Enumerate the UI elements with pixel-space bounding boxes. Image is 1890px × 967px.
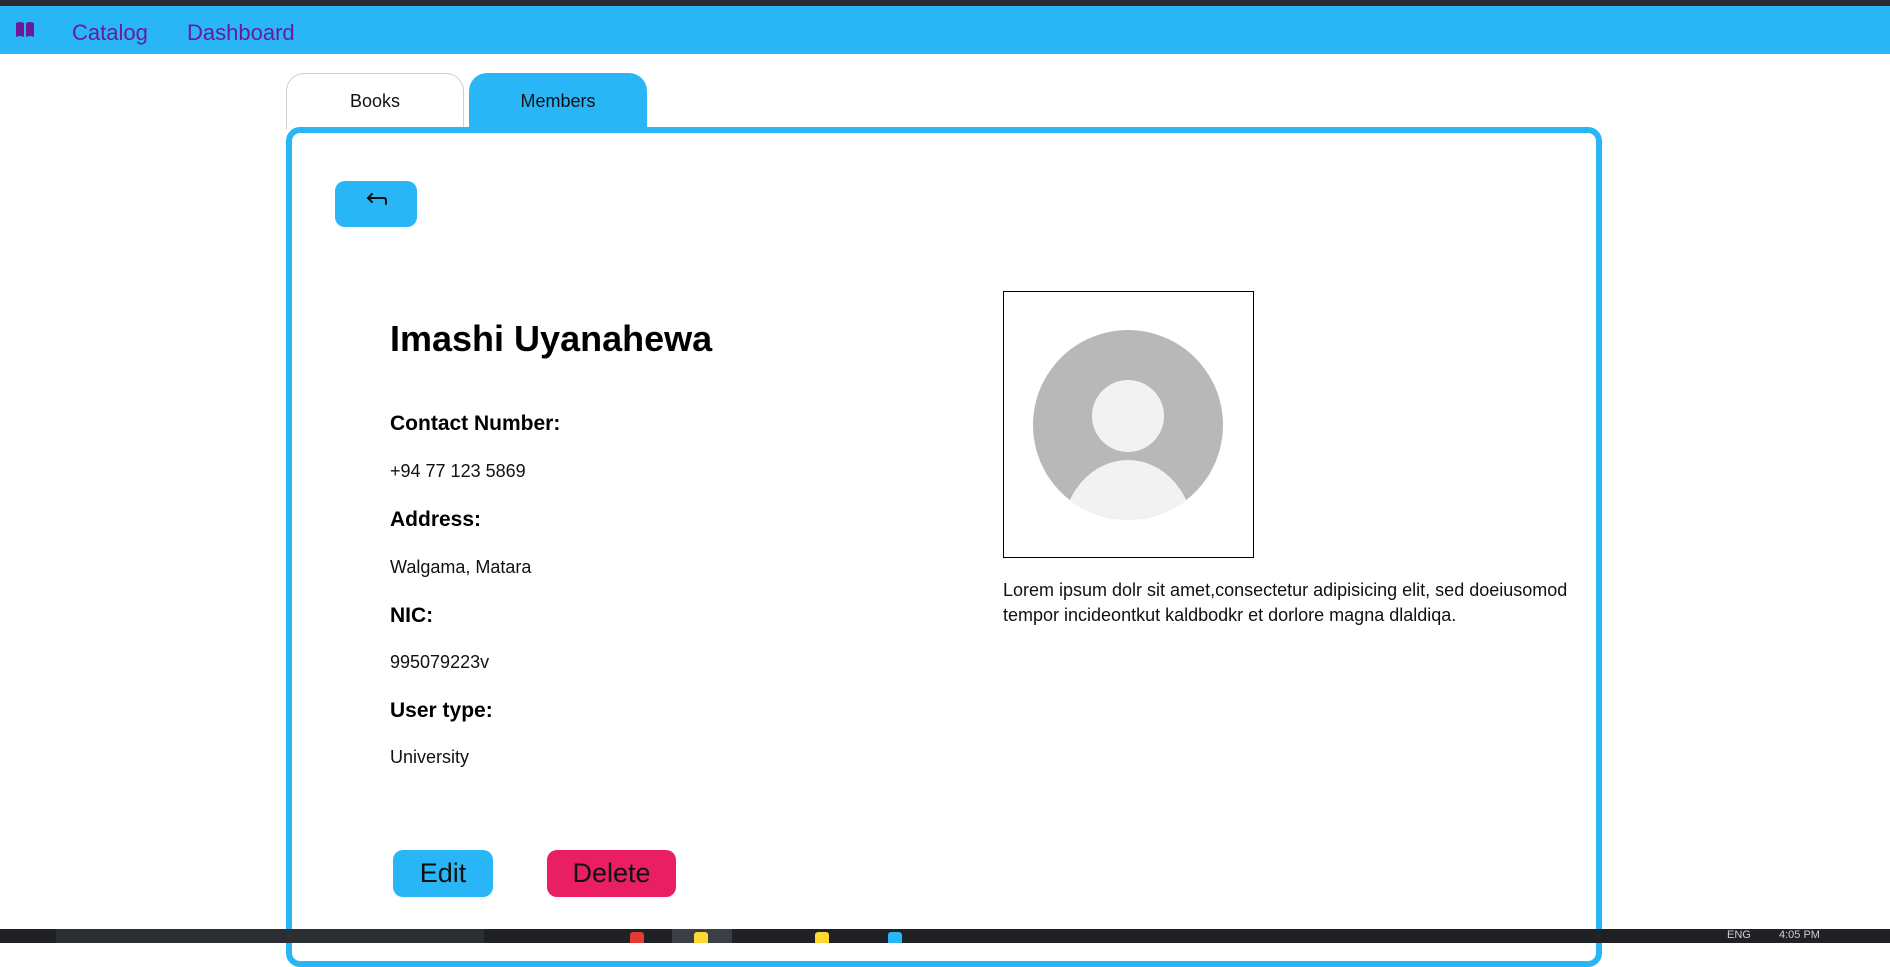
address-label: Address:: [390, 508, 482, 531]
edit-button[interactable]: Edit: [393, 850, 493, 897]
tab-members[interactable]: Members: [469, 73, 647, 129]
user-type-label: User type:: [390, 699, 493, 722]
nav-link-dashboard[interactable]: Dashboard: [187, 20, 295, 46]
tab-members-label: Members: [520, 90, 596, 111]
top-navbar: Catalog Dashboard: [0, 6, 1890, 54]
tab-books-label: Books: [349, 91, 401, 111]
tray-clock[interactable]: 4:05 PM: [1779, 929, 1820, 941]
delete-button[interactable]: Delete: [547, 850, 676, 897]
nic-label: NIC:: [390, 604, 434, 627]
address-value: Walgama, Matara: [390, 557, 532, 577]
tab-books[interactable]: Books: [286, 73, 464, 129]
member-detail-panel: [286, 127, 1602, 967]
os-taskbar: ENG 4:05 PM: [0, 929, 1890, 943]
nav-link-catalog[interactable]: Catalog: [72, 20, 148, 46]
member-name: Imashi Uyanahewa: [390, 318, 713, 359]
return-arrow-icon: [363, 192, 389, 216]
book-icon[interactable]: [14, 20, 36, 40]
editor-icon[interactable]: [888, 932, 902, 943]
taskbar-search[interactable]: [56, 929, 484, 943]
user-type-value: University: [390, 747, 470, 767]
back-button[interactable]: [335, 181, 417, 227]
profile-photo-frame: [1003, 291, 1254, 558]
app-icon: [694, 932, 708, 943]
browser-icon[interactable]: [630, 932, 644, 943]
contact-number-label: Contact Number:: [390, 412, 561, 435]
member-bio: Lorem ipsum dolr sit amet,consectetur ad…: [1003, 580, 1568, 625]
tray-language[interactable]: ENG: [1727, 929, 1751, 941]
contact-number-value: +94 77 123 5869: [390, 461, 526, 481]
nic-value: 995079223v: [390, 652, 490, 672]
folder-icon[interactable]: [815, 932, 829, 943]
